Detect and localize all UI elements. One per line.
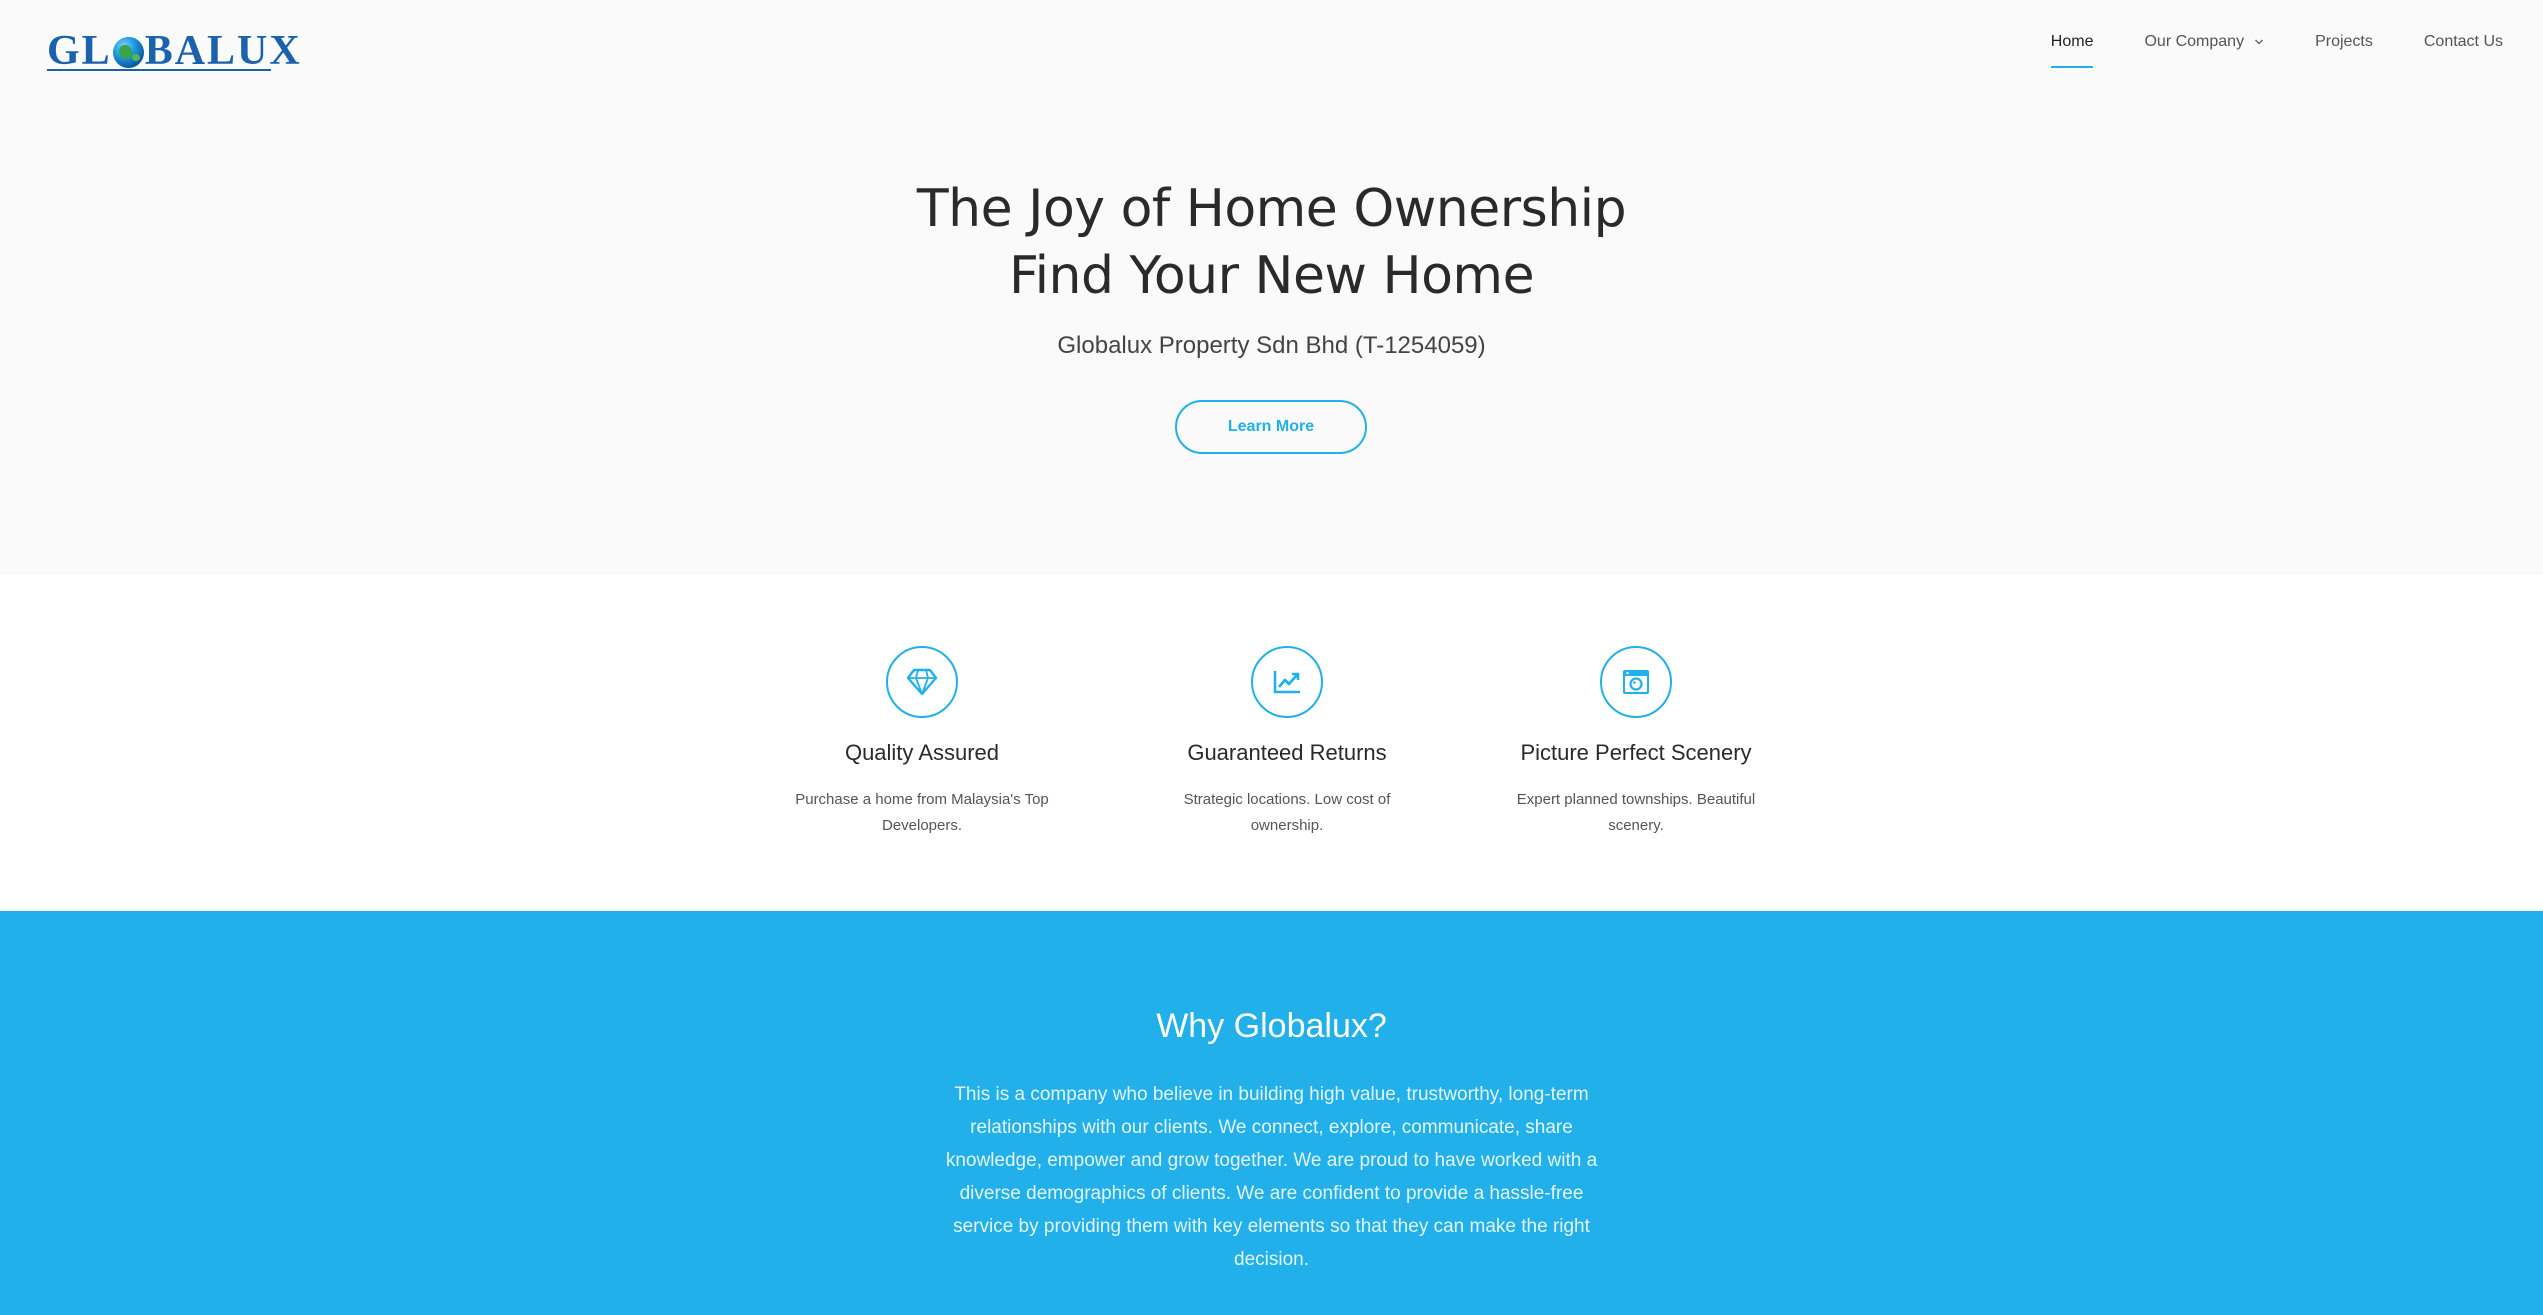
camera-icon	[1600, 646, 1672, 718]
hero-title-line-2: Find Your New Home	[1008, 246, 1535, 306]
feature-title: Picture Perfect Scenery	[1520, 740, 1752, 765]
hero-title: The Joy of Home Ownership Find Your New …	[0, 176, 2543, 310]
feature-quality-assured: Quality Assured Purchase a home from Mal…	[772, 646, 1072, 839]
feature-description: Purchase a home from Malaysia's Top Deve…	[795, 791, 1049, 834]
feature-guaranteed-returns: Guaranteed Returns Strategic locations. …	[1137, 646, 1437, 839]
nav-item-contact-us[interactable]: Contact Us	[2424, 30, 2503, 54]
why-title: Why Globalux?	[1156, 1007, 1387, 1045]
nav-label: Projects	[2315, 33, 2373, 50]
trend-chart-icon	[1251, 646, 1323, 718]
feature-description: Strategic locations. Low cost of ownersh…	[1183, 791, 1391, 834]
nav-item-projects[interactable]: Projects	[2315, 30, 2373, 54]
nav-label: Our Company	[2144, 33, 2245, 50]
nav-item-our-company[interactable]: Our Company	[2144, 30, 2264, 54]
hero-title-line-1: The Joy of Home Ownership	[916, 179, 1627, 239]
why-text: This is a company who believe in buildin…	[945, 1084, 1598, 1270]
logo[interactable]: GL BALUX	[47, 26, 302, 72]
page: GL BALUX Home Our Company Projects Conta…	[0, 0, 2543, 1315]
hero-subtitle: Globalux Property Sdn Bhd (T-1254059)	[1057, 332, 1486, 359]
feature-title: Guaranteed Returns	[1187, 740, 1387, 765]
feature-title: Quality Assured	[844, 740, 1000, 765]
diamond-icon	[886, 646, 958, 718]
features-section: Quality Assured Purchase a home from Mal…	[0, 574, 2543, 911]
nav-label: Home	[2050, 33, 2094, 50]
logo-text-end: BALUX	[144, 28, 302, 74]
feature-picture-perfect-scenery: Picture Perfect Scenery Expert planned t…	[1486, 646, 1786, 839]
nav-label: Contact Us	[2423, 33, 2503, 50]
logo-underline	[47, 69, 271, 71]
globe-icon	[112, 37, 144, 68]
logo-text-start: GL	[47, 28, 112, 74]
hero-section: GL BALUX Home Our Company Projects Conta…	[0, 0, 2543, 574]
why-section: Why Globalux? This is a company who beli…	[0, 911, 2543, 1315]
learn-more-button[interactable]: Learn More	[1175, 400, 1367, 454]
nav-item-home[interactable]: Home	[2050, 30, 2094, 68]
feature-description: Expert planned townships. Beautiful scen…	[1516, 791, 1756, 834]
chevron-down-icon	[2254, 37, 2264, 47]
main-nav: Home Our Company Projects Contact Us	[2050, 30, 2503, 68]
